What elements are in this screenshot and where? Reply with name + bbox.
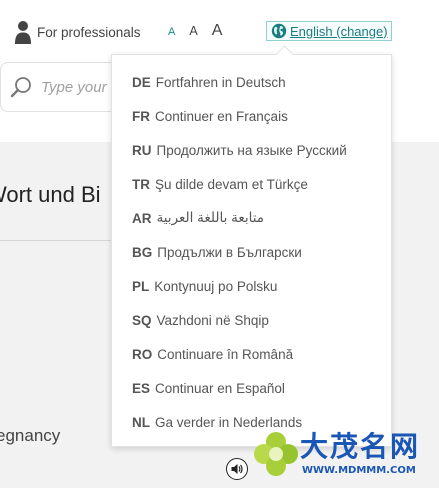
language-code: RO [132,346,153,362]
language-change-button[interactable]: English (change) [266,21,392,41]
search-icon[interactable] [9,75,33,99]
heading-divider [0,240,112,241]
language-code: AR [132,210,152,226]
audio-button[interactable] [226,458,248,480]
language-option-es[interactable]: ES Continuar en Español [132,378,285,398]
language-label: Continuare în Română [157,346,294,362]
language-code: FR [132,108,150,124]
top-bar: For professionals A A A English (change) [0,0,439,62]
person-icon [15,21,31,44]
language-label: Продължи в Български [157,244,302,260]
page-heading: Wort und Bi [0,182,101,207]
language-code: NL [132,414,150,430]
globe-icon [271,23,287,39]
language-option-ar[interactable]: AR متابعة باللغة العربية [132,208,264,228]
language-option-fr[interactable]: FR Continuer en Français [132,106,288,126]
for-professionals-link[interactable]: For professionals [14,20,141,44]
for-professionals-label: For professionals [37,24,141,40]
language-dropdown: DE Fortfahren in Deutsch FR Continuer en… [111,54,392,447]
language-label: Fortfahren in Deutsch [155,74,286,90]
language-code: ES [132,380,151,396]
font-size-large-button[interactable]: A [212,23,223,39]
language-label: Kontynuuj po Polsku [154,278,278,294]
font-size-medium-button[interactable]: A [189,25,197,38]
language-code: DE [132,74,151,90]
language-code: BG [132,244,153,260]
language-button-label: English (change) [290,23,388,39]
font-size-controls: A A A [168,23,236,39]
section-text: egnancy [0,426,61,445]
language-code: RU [132,142,152,158]
language-label: متابعة باللغة العربية [156,210,265,225]
flower-logo-icon [254,432,298,476]
language-option-sq[interactable]: SQ Vazhdoni në Shqip [132,310,269,330]
language-option-nl[interactable]: NL Ga verder in Nederlands [132,412,302,432]
language-option-pl[interactable]: PL Kontynuuj po Polsku [132,276,277,296]
watermark-url: WWW.MDMMM.COM [302,465,416,476]
language-label: Продолжить на языке Русский [156,142,347,158]
search-input[interactable] [41,78,121,96]
language-code: SQ [132,312,152,328]
language-label: Continuar en Español [155,380,285,396]
language-option-bg[interactable]: BG Продължи в Български [132,242,302,262]
language-option-ro[interactable]: RO Continuare în Română [132,344,293,364]
language-option-tr[interactable]: TR Şu dilde devam et Türkçe [132,174,308,194]
font-size-small-button[interactable]: A [168,27,175,38]
language-label: Şu dilde devam et Türkçe [155,176,308,192]
language-label: Ga verder in Nederlands [155,414,303,430]
watermark: 大茂名网 WWW.MDMMM.COM [252,430,439,488]
language-label: Vazhdoni në Shqip [156,312,269,328]
language-code: PL [132,278,150,294]
language-option-ru[interactable]: RU Продолжить на языке Русский [132,140,347,160]
watermark-text: 大茂名网 [300,430,421,463]
speaker-icon [231,464,243,474]
language-label: Continuer en Français [155,108,288,124]
language-code: TR [132,176,150,192]
language-option-de[interactable]: DE Fortfahren in Deutsch [132,72,286,92]
